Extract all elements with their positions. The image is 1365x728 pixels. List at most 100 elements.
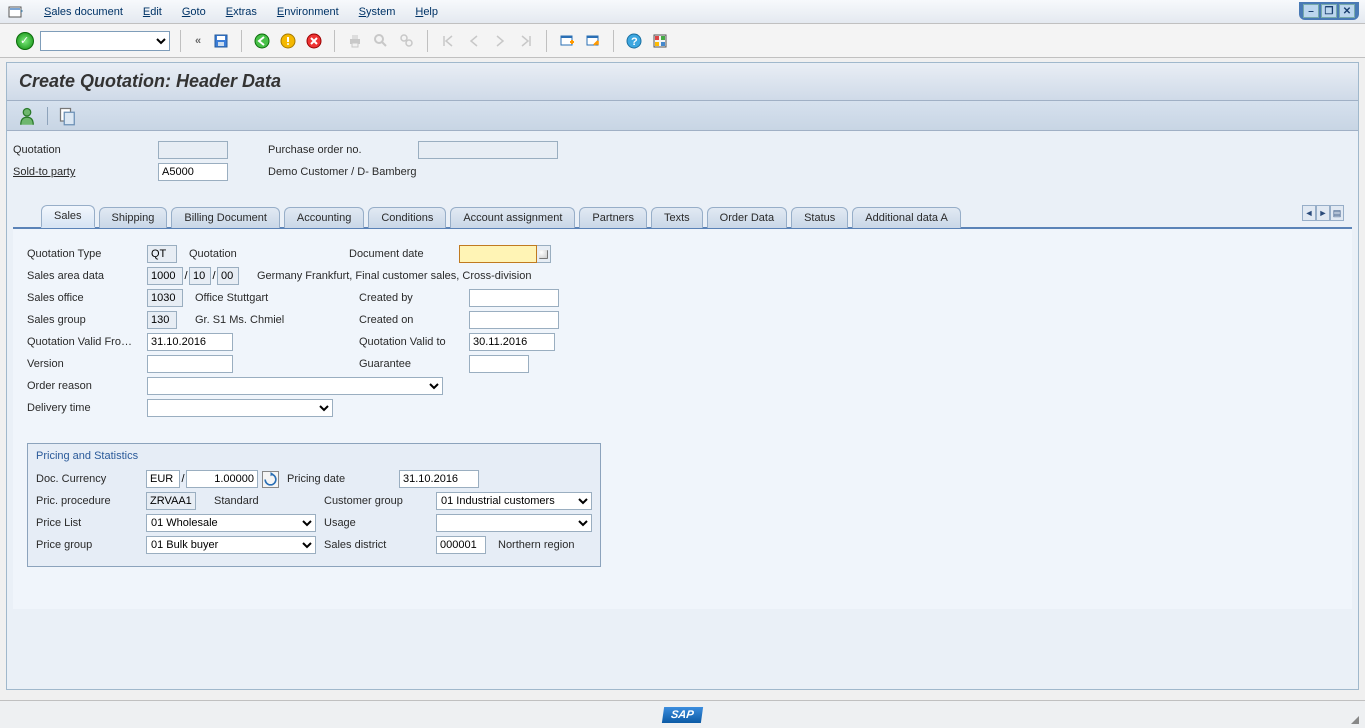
- sales-district-label: Sales district: [324, 539, 436, 551]
- tab-list-button[interactable]: ▤: [1330, 205, 1344, 221]
- division-field[interactable]: [217, 267, 239, 285]
- status-bar: SAP: [0, 700, 1365, 728]
- valid-from-label: Quotation Valid Fro…: [27, 336, 147, 348]
- resize-grip-icon[interactable]: [1351, 716, 1359, 724]
- tab-order-data[interactable]: Order Data: [707, 207, 787, 228]
- guarantee-field[interactable]: [469, 355, 529, 373]
- created-by-field: [469, 289, 559, 307]
- save-icon[interactable]: [211, 31, 231, 51]
- doc-currency-field[interactable]: [146, 470, 180, 488]
- app-toolbar-separator: [47, 107, 48, 125]
- refresh-rate-button[interactable]: [262, 471, 279, 488]
- maximize-button[interactable]: ❐: [1321, 4, 1337, 18]
- tab-scroll: ◄ ► ▤: [1302, 205, 1344, 221]
- pricing-title: Pricing and Statistics: [36, 450, 592, 462]
- tab-sales[interactable]: Sales: [41, 205, 95, 228]
- tab-partners[interactable]: Partners: [579, 207, 647, 228]
- menu-bar: Sales document Edit Goto Extras Environm…: [0, 0, 1365, 24]
- po-field[interactable]: [418, 141, 558, 159]
- command-field[interactable]: [40, 31, 170, 51]
- tab-accounting[interactable]: Accounting: [284, 207, 364, 228]
- tab-account-assignment[interactable]: Account assignment: [450, 207, 575, 228]
- customer-group-label: Customer group: [324, 495, 436, 507]
- cancel-red-icon[interactable]: [304, 31, 324, 51]
- valid-from-field[interactable]: [147, 333, 233, 351]
- usage-label: Usage: [324, 517, 436, 529]
- sales-office-field[interactable]: [147, 289, 183, 307]
- toolbar-separator: [546, 30, 547, 52]
- f4-help-icon[interactable]: [537, 245, 551, 263]
- document-date-label: Document date: [349, 248, 459, 260]
- tab-scroll-left[interactable]: ◄: [1302, 205, 1316, 221]
- layout-icon[interactable]: [650, 31, 670, 51]
- sap-logo: SAP: [662, 707, 703, 723]
- exit-yellow-icon[interactable]: [278, 31, 298, 51]
- back-green-icon[interactable]: [252, 31, 272, 51]
- tab-additional-data-a[interactable]: Additional data A: [852, 207, 961, 228]
- menu-extras[interactable]: Extras: [216, 6, 267, 18]
- po-label: Purchase order no.: [268, 144, 418, 156]
- tab-texts[interactable]: Texts: [651, 207, 703, 228]
- soldto-label[interactable]: Sold-to party: [13, 166, 158, 178]
- menu-goto[interactable]: Goto: [172, 6, 216, 18]
- system-menu-icon[interactable]: [8, 4, 24, 20]
- valid-to-field[interactable]: [469, 333, 555, 351]
- sales-org-field[interactable]: [147, 267, 183, 285]
- version-field[interactable]: [147, 355, 233, 373]
- usage-select[interactable]: [436, 514, 592, 532]
- document-date-field[interactable]: [459, 245, 537, 263]
- sales-district-field[interactable]: [436, 536, 486, 554]
- order-reason-select[interactable]: [147, 377, 443, 395]
- header-block: Quotation Purchase order no. Sold-to par…: [7, 131, 1358, 613]
- customer-group-select[interactable]: 01 Industrial customers: [436, 492, 592, 510]
- tab-billing[interactable]: Billing Document: [171, 207, 280, 228]
- sales-office-label: Sales office: [27, 292, 147, 304]
- sales-office-desc: Office Stuttgart: [195, 292, 359, 304]
- sales-group-label: Sales group: [27, 314, 147, 326]
- price-list-label: Price List: [36, 517, 146, 529]
- pricing-groupbox: Pricing and Statistics Doc. Currency / P…: [27, 443, 601, 567]
- toolbar-separator: [613, 30, 614, 52]
- dist-channel-field[interactable]: [189, 267, 211, 285]
- exchange-rate-field[interactable]: [186, 470, 258, 488]
- tab-scroll-right[interactable]: ►: [1316, 205, 1330, 221]
- menu-help[interactable]: Help: [405, 6, 448, 18]
- menu-edit[interactable]: Edit: [133, 6, 172, 18]
- sales-group-desc: Gr. S1 Ms. Chmiel: [195, 314, 359, 326]
- sales-area-label: Sales area data: [27, 270, 147, 282]
- toolbar-separator: [180, 30, 181, 52]
- help-icon[interactable]: ?: [624, 31, 644, 51]
- pricing-date-label: Pricing date: [287, 473, 399, 485]
- enter-button[interactable]: [16, 32, 34, 50]
- shortcut-icon[interactable]: [583, 31, 603, 51]
- tab-shipping[interactable]: Shipping: [99, 207, 168, 228]
- display-header-icon[interactable]: [58, 106, 78, 126]
- back-icon[interactable]: «: [191, 32, 205, 50]
- toolbar-separator: [334, 30, 335, 52]
- next-page-icon: [490, 31, 510, 51]
- last-page-icon: [516, 31, 536, 51]
- close-button[interactable]: ✕: [1339, 4, 1355, 18]
- delivery-time-select[interactable]: [147, 399, 333, 417]
- person-icon[interactable]: [17, 106, 37, 126]
- menu-sales-document[interactable]: Sales document: [34, 6, 133, 18]
- price-list-select[interactable]: 01 Wholesale: [146, 514, 316, 532]
- procedure-field[interactable]: [146, 492, 196, 510]
- minimize-button[interactable]: –: [1303, 4, 1319, 18]
- menu-environment[interactable]: Environment: [267, 6, 349, 18]
- new-session-icon[interactable]: [557, 31, 577, 51]
- price-group-select[interactable]: 01 Bulk buyer: [146, 536, 316, 554]
- print-icon: [345, 31, 365, 51]
- sales-group-field[interactable]: [147, 311, 177, 329]
- tab-status[interactable]: Status: [791, 207, 848, 228]
- sales-area-desc: Germany Frankfurt, Final customer sales,…: [257, 270, 531, 282]
- pricing-date-field[interactable]: [399, 470, 479, 488]
- quotation-field[interactable]: [158, 141, 228, 159]
- quotation-type-field[interactable]: [147, 245, 177, 263]
- tab-conditions[interactable]: Conditions: [368, 207, 446, 228]
- page-title: Create Quotation: Header Data: [7, 63, 1358, 101]
- soldto-field[interactable]: [158, 163, 228, 181]
- app-toolbar: [7, 101, 1358, 131]
- version-label: Version: [27, 358, 147, 370]
- menu-system[interactable]: System: [349, 6, 406, 18]
